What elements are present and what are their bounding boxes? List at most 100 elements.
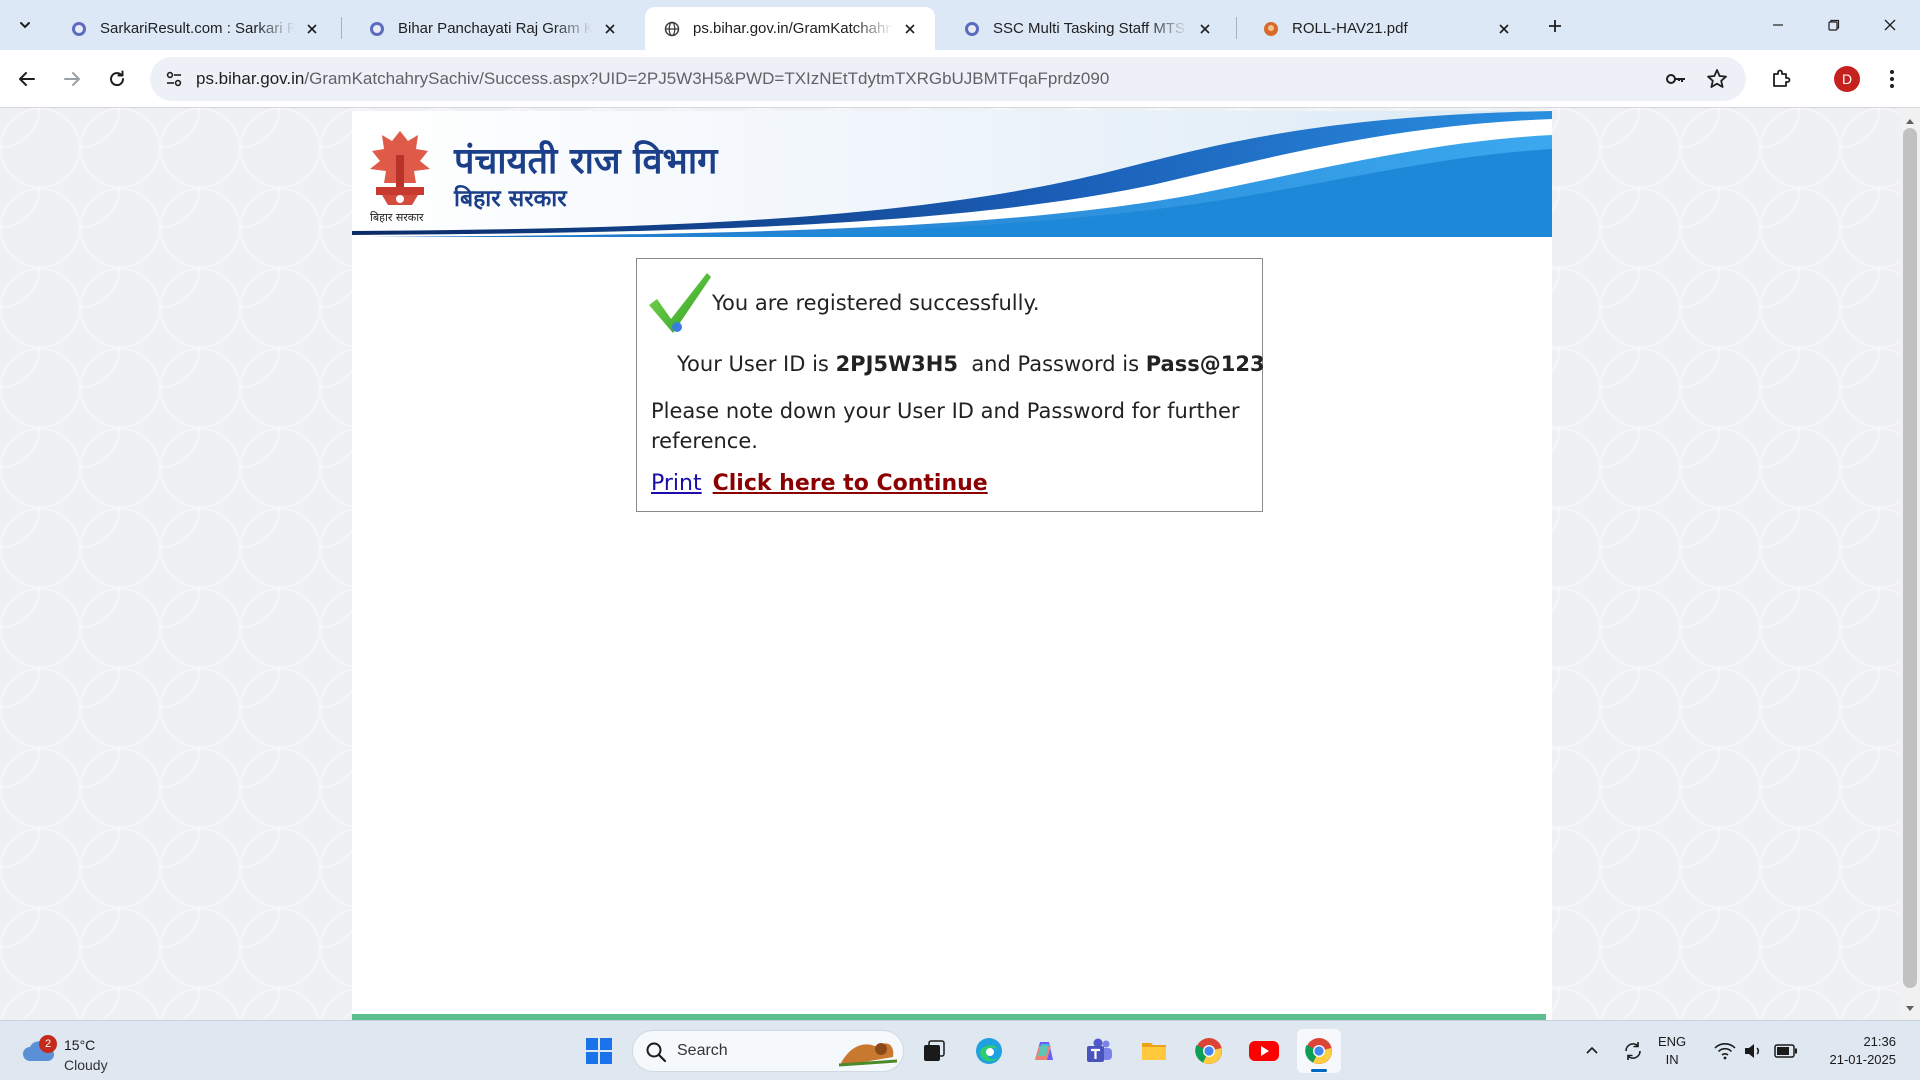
forward-button[interactable] — [54, 61, 90, 97]
chrome-icon — [1305, 1038, 1332, 1064]
address-bar[interactable]: ps.bihar.gov.in/GramKatchahrySachiv/Succ… — [150, 57, 1746, 101]
continue-link[interactable]: Click here to Continue — [713, 471, 988, 496]
close-icon — [1884, 19, 1896, 31]
tab-title: Bihar Panchayati Raj Gram Katchahry — [398, 20, 593, 37]
site-favicon-icon — [368, 20, 386, 38]
url-text: ps.bihar.gov.in/GramKatchahrySachiv/Succ… — [196, 69, 1109, 89]
region-code: IN — [1665, 1052, 1679, 1067]
restore-button[interactable] — [1806, 0, 1862, 50]
close-tab-icon[interactable] — [899, 18, 921, 40]
site-favicon-icon — [70, 20, 88, 38]
language-code: ENG — [1658, 1034, 1687, 1049]
scroll-up-arrow-icon[interactable] — [1904, 116, 1916, 126]
back-button[interactable] — [9, 61, 45, 97]
tab-title: ps.bihar.gov.in/GramKatchahrySachiv — [693, 20, 893, 37]
pdf-emblem-icon — [1262, 20, 1280, 38]
weather-widget[interactable]: 2 15°C Cloudy — [20, 1029, 130, 1073]
chevron-down-icon — [20, 22, 30, 29]
tab-roll-pdf[interactable]: ROLL-HAV21.pdf — [1244, 7, 1529, 50]
sync-icon — [1625, 1042, 1641, 1060]
tab-ssc-mts[interactable]: SSC Multi Tasking Staff MTS and Havaldar — [945, 7, 1230, 50]
windows-taskbar: 2 15°C Cloudy Search ENG IN 21:36 21-01-… — [0, 1020, 1920, 1080]
tab-title: ROLL-HAV21.pdf — [1292, 20, 1408, 37]
input-language-indicator[interactable]: ENG IN — [1658, 1033, 1686, 1069]
tab-separator — [341, 17, 342, 39]
search-icon — [646, 1042, 667, 1063]
department-title: पंचायती राज विभाग — [454, 140, 718, 182]
close-tab-icon[interactable] — [599, 18, 621, 40]
scroll-down-arrow-icon[interactable] — [1904, 1004, 1916, 1014]
show-hidden-icons-button[interactable] — [1580, 1029, 1604, 1073]
taskbar-edge[interactable] — [967, 1029, 1011, 1073]
volume-status[interactable] — [1741, 1029, 1767, 1073]
task-view-icon — [924, 1040, 945, 1061]
folder-icon — [1142, 1043, 1166, 1060]
tab-search-button[interactable] — [8, 9, 42, 41]
emblem-caption: बिहार सरकार — [370, 211, 424, 224]
system-clock[interactable]: 21:36 21-01-2025 — [1812, 1033, 1897, 1069]
scrollbar-thumb[interactable] — [1903, 128, 1917, 988]
success-message: You are registered successfully. — [712, 291, 1040, 315]
taskbar-chrome-active[interactable] — [1297, 1029, 1341, 1073]
print-link[interactable]: Print — [651, 471, 702, 496]
tab-sarkariresult[interactable]: SarkariResult.com : Sarkari Result — [52, 7, 337, 50]
reload-button[interactable] — [99, 61, 135, 97]
user-id-value: 2PJ5W3H5 — [835, 352, 958, 376]
menu-button[interactable] — [1874, 61, 1910, 97]
minimize-button[interactable] — [1750, 0, 1806, 50]
tab-bihar-panchayati[interactable]: Bihar Panchayati Raj Gram Katchahry — [350, 7, 635, 50]
action-links: Print Click here to Continue — [651, 471, 988, 496]
note-text: Please note down your User ID and Passwo… — [651, 399, 1240, 453]
arrow-left-icon — [19, 72, 35, 86]
site-info-tune-icon[interactable] — [162, 67, 186, 91]
windows-logo-icon — [586, 1038, 612, 1064]
arrow-right-icon — [64, 72, 80, 86]
taskbar-youtube[interactable] — [1242, 1029, 1286, 1073]
tab-separator — [1236, 17, 1237, 39]
teams-icon — [1087, 1038, 1112, 1062]
page-viewport: बिहार सरकार पंचायती राज विभाग बिहार सरका… — [0, 108, 1900, 1020]
temperature: 15°C — [64, 1037, 96, 1053]
taskbar-chrome-1[interactable] — [1187, 1029, 1231, 1073]
user-id-label: Your User ID is — [677, 352, 829, 376]
weather-alert-badge: 2 — [39, 1035, 57, 1053]
chrome-icon — [1195, 1038, 1222, 1064]
password-value: Pass@123 — [1145, 352, 1265, 376]
new-tab-button[interactable] — [1541, 12, 1569, 40]
url-path: /GramKatchahrySachiv/Success.aspx?UID=2P… — [304, 69, 1110, 88]
taskbar-task-view[interactable] — [912, 1029, 956, 1073]
credentials-line: Your User ID is 2PJ5W3H5 and Password is… — [677, 352, 1265, 376]
vertical-scrollbar[interactable] — [1900, 108, 1920, 1020]
taskbar-copilot[interactable] — [1022, 1029, 1066, 1073]
taskbar-file-explorer[interactable] — [1132, 1029, 1176, 1073]
extensions-button[interactable] — [1763, 61, 1799, 97]
start-button[interactable] — [577, 1029, 621, 1073]
tab-strip: SarkariResult.com : Sarkari Result Bihar… — [0, 0, 1920, 50]
close-window-button[interactable] — [1862, 0, 1918, 50]
success-checkmark-icon — [649, 273, 711, 333]
close-tab-icon[interactable] — [301, 18, 323, 40]
registration-success-panel: You are registered successfully. Your Us… — [636, 258, 1265, 512]
password-key-icon[interactable] — [1664, 67, 1688, 91]
reload-icon — [110, 70, 125, 87]
tab-title: SarkariResult.com : Sarkari Result — [100, 20, 295, 37]
sync-status-button[interactable] — [1618, 1029, 1648, 1073]
restore-icon — [1828, 19, 1840, 31]
url-host: ps.bihar.gov.in — [196, 69, 305, 88]
taskbar-search-box[interactable]: Search — [632, 1030, 904, 1072]
search-placeholder: Search — [677, 1042, 728, 1059]
close-tab-icon[interactable] — [1194, 18, 1216, 40]
battery-status[interactable] — [1772, 1029, 1800, 1073]
profile-button[interactable]: D — [1829, 61, 1865, 97]
weather-condition: Cloudy — [64, 1057, 108, 1073]
tab-title: SSC Multi Tasking Staff MTS and Havaldar — [993, 20, 1188, 37]
bookmark-star-icon[interactable] — [1705, 67, 1729, 91]
chevron-up-icon — [1586, 1046, 1598, 1054]
bihar-emblem-logo — [370, 131, 430, 205]
tab-ps-bihar-active[interactable]: ps.bihar.gov.in/GramKatchahrySachiv — [645, 7, 935, 50]
wifi-status[interactable] — [1712, 1029, 1738, 1073]
globe-icon — [663, 20, 681, 38]
taskbar-teams[interactable] — [1077, 1029, 1121, 1073]
more-vertical-icon — [1890, 70, 1894, 88]
close-tab-icon[interactable] — [1493, 18, 1515, 40]
